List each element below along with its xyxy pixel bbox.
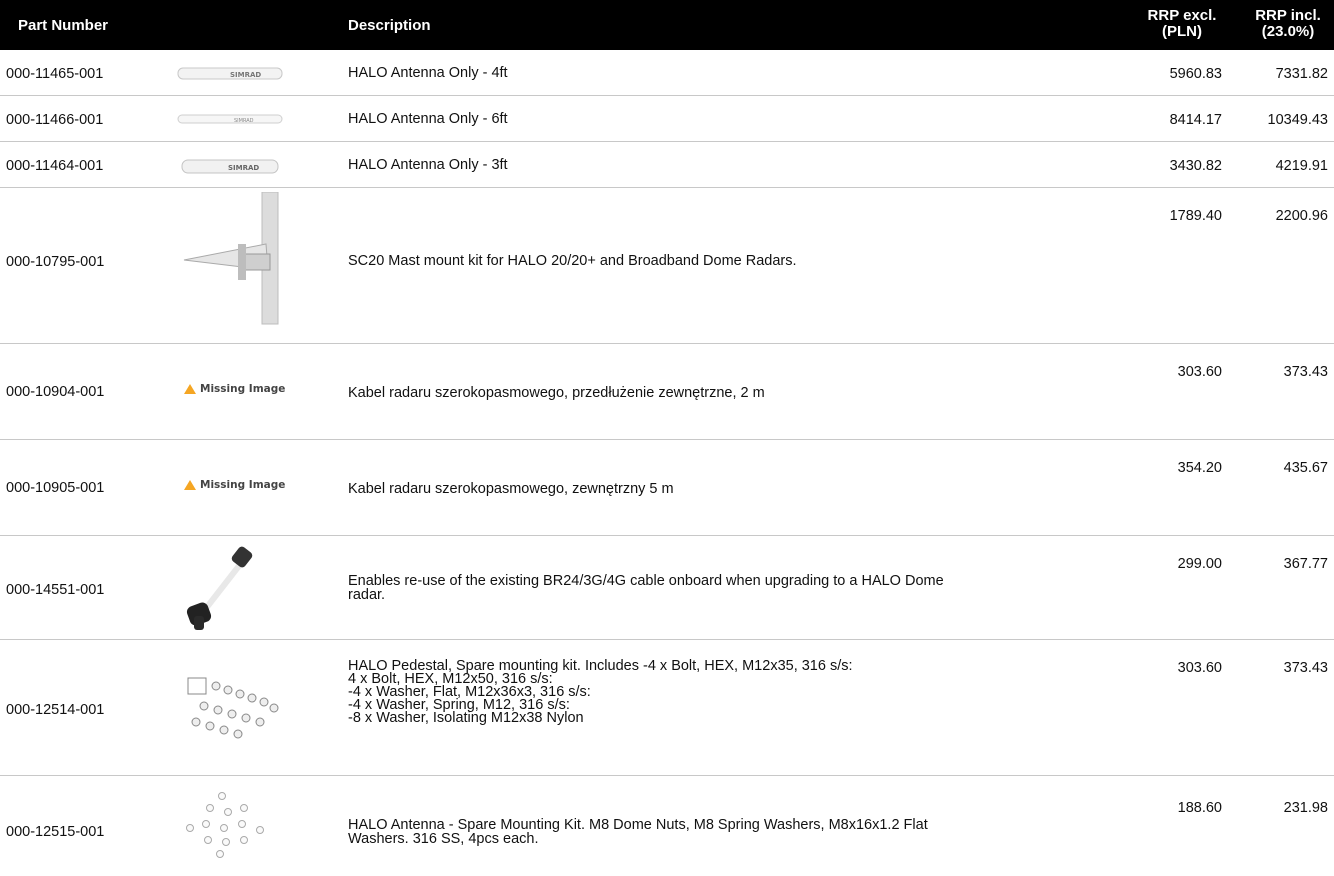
header-rrp-incl-line1: RRP incl. — [1255, 7, 1321, 24]
table-row: 000-14551-001 Enables re-use of the exis… — [0, 536, 1334, 640]
header-rrp-incl: RRP incl. (23.0%) — [1248, 8, 1328, 40]
price-incl: 367.77 — [1283, 556, 1328, 572]
price-incl: 4219.91 — [1275, 158, 1328, 174]
cable-adapter-image — [186, 546, 253, 630]
missing-image-placeholder: Missing Image — [184, 479, 285, 491]
missing-image-placeholder: Missing Image — [184, 383, 285, 395]
description: Kabel radaru szerokopasmowego, przedłuże… — [348, 385, 765, 401]
header-rrp-excl: RRP excl. (PLN) — [1142, 8, 1222, 40]
antenna-brand-label: SIMRAD — [228, 164, 259, 172]
price-excl: 1789.40 — [1169, 208, 1222, 224]
price-excl: 299.00 — [1177, 556, 1222, 572]
table-row: 000-11466-001 SIMRAD HALO Antenna Only -… — [0, 96, 1334, 142]
part-number: 000-10795-001 — [6, 254, 105, 270]
price-incl: 2200.96 — [1275, 208, 1328, 224]
warning-icon — [184, 480, 196, 490]
description: HALO Pedestal, Spare mounting kit. Inclu… — [348, 659, 1128, 726]
missing-image-label: Missing Image — [200, 479, 286, 491]
table-row: 000-10904-001 Missing Image Kabel radaru… — [0, 344, 1334, 440]
price-excl: 3430.82 — [1169, 158, 1222, 174]
table-row: 000-10795-001 SC20 Mast mount kit for HA… — [0, 188, 1334, 344]
description-line: Washers. 316 SS, 4pcs each. — [348, 831, 539, 847]
table-header: Part Number Description RRP excl. (PLN) … — [0, 0, 1334, 50]
mast-mount-image — [183, 192, 279, 325]
description-line: radar. — [348, 587, 386, 603]
price-incl: 7331.82 — [1275, 66, 1328, 82]
description-line: Enables re-use of the existing BR24/3G/4… — [348, 573, 944, 589]
antenna-brand-label: SIMRAD — [234, 118, 254, 124]
description: HALO Antenna Only - 3ft — [348, 157, 508, 173]
description: Kabel radaru szerokopasmowego, zewnętrzn… — [348, 481, 674, 497]
table-row: 000-12514-001 HALO Pedestal, Spare mount… — [0, 640, 1334, 776]
header-rrp-excl-line1: RRP excl. — [1147, 7, 1217, 24]
table-row: 000-10905-001 Missing Image Kabel radaru… — [0, 440, 1334, 536]
price-excl: 303.60 — [1177, 364, 1222, 380]
description-line: -8 x Washer, Isolating M12x38 Nylon — [348, 710, 584, 726]
price-excl: 5960.83 — [1169, 66, 1222, 82]
antenna-image: SIMRAD — [177, 67, 283, 80]
price-excl: 354.20 — [1177, 460, 1222, 476]
price-incl: 10349.43 — [1267, 112, 1328, 128]
header-rrp-excl-line2: (PLN) — [1162, 23, 1202, 40]
part-number: 000-12515-001 — [6, 824, 105, 840]
header-rrp-incl-line2: (23.0%) — [1261, 23, 1315, 40]
pedestal-kit-image — [187, 677, 279, 739]
part-number: 000-14551-001 — [6, 582, 105, 598]
price-incl: 373.43 — [1283, 660, 1328, 676]
description: Enables re-use of the existing BR24/3G/4… — [348, 573, 1128, 603]
price-incl: 373.43 — [1283, 364, 1328, 380]
missing-image-label: Missing Image — [200, 383, 286, 395]
table-row: 000-11465-001 SIMRAD HALO Antenna Only -… — [0, 50, 1334, 96]
table-row: 000-12515-001 HALO Antenna - Spare Mount… — [0, 776, 1334, 876]
description: HALO Antenna Only - 4ft — [348, 65, 508, 81]
antenna-image: SIMRAD — [177, 114, 283, 124]
header-description: Description — [348, 17, 431, 34]
price-excl: 188.60 — [1177, 800, 1222, 816]
price-excl: 303.60 — [1177, 660, 1222, 676]
antenna-brand-label: SIMRAD — [230, 71, 261, 79]
description: HALO Antenna - Spare Mounting Kit. M8 Do… — [348, 817, 1128, 847]
table-row: 000-11464-001 SIMRAD HALO Antenna Only -… — [0, 142, 1334, 188]
part-number: 000-10905-001 — [6, 480, 105, 496]
header-part-number: Part Number — [18, 17, 109, 34]
price-excl: 8414.17 — [1169, 112, 1222, 128]
description: SC20 Mast mount kit for HALO 20/20+ and … — [348, 253, 797, 269]
part-number: 000-11465-001 — [6, 66, 104, 82]
part-number: 000-12514-001 — [6, 702, 105, 718]
warning-icon — [184, 384, 196, 394]
part-number: 000-11464-001 — [6, 158, 104, 174]
part-number: 000-10904-001 — [6, 384, 105, 400]
antenna-image: SIMRAD — [181, 159, 279, 174]
price-incl: 231.98 — [1283, 800, 1328, 816]
nuts-kit-image — [186, 792, 264, 858]
price-incl: 435.67 — [1283, 460, 1328, 476]
description: HALO Antenna Only - 6ft — [348, 111, 508, 127]
part-number: 000-11466-001 — [6, 112, 104, 128]
description-line: HALO Antenna - Spare Mounting Kit. M8 Do… — [348, 817, 928, 833]
